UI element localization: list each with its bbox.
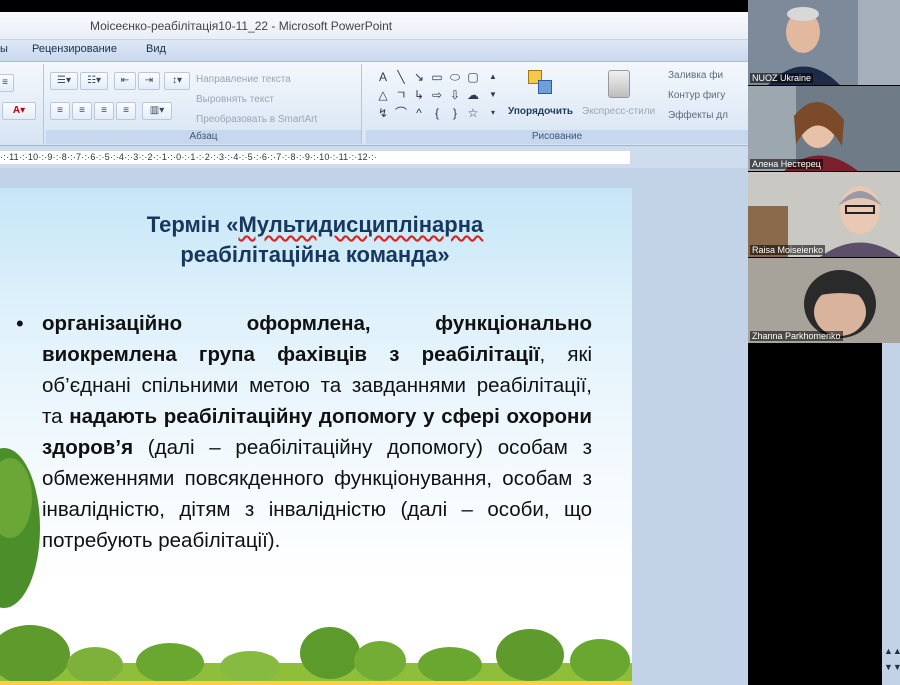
increase-indent-button[interactable]: ⇥: [138, 72, 160, 90]
gallery-down-icon[interactable]: ▼: [486, 88, 500, 102]
columns-button[interactable]: ▥▾: [142, 102, 172, 120]
triangle-shape-icon[interactable]: △: [376, 88, 390, 102]
font-color-button[interactable]: A▾: [2, 102, 36, 120]
convert-smartart-label[interactable]: Преобразовать в SmartArt: [196, 114, 317, 125]
vertical-scrollbar[interactable]: ▲▲ ▼▼: [882, 342, 900, 685]
participant-tile[interactable]: NUOZ Ukraine: [748, 0, 900, 85]
horizontal-ruler: ·:·11·:·10·:·9·:·8·:·7·:·6·:·5·:·4·:·3·:…: [0, 146, 748, 168]
text-direction-label[interactable]: Направление текста: [196, 74, 291, 85]
ribbon: ≡ A▾ ☰▾ ☷▾ ⇤ ⇥ ↕▾ Направление текста ≡ ≡…: [0, 62, 748, 146]
line-shape-icon[interactable]: ╲: [394, 70, 408, 84]
bullet-point: •: [16, 311, 24, 336]
video-participants-panel: NUOZ Ukraine Алена Нестерец Raisa Moisei…: [748, 0, 900, 343]
tab-partial[interactable]: ы: [0, 43, 8, 55]
numbering-button[interactable]: ☷▾: [80, 72, 108, 90]
participant-name: Raisa Moiseienko: [750, 245, 826, 255]
slide-title-spellcheck-word: Мультидисциплінарна: [238, 212, 484, 237]
slide-body-text[interactable]: організаційно оформлена, функціонально в…: [42, 308, 592, 556]
rectangle-shape-icon[interactable]: ▭: [430, 70, 444, 84]
shape-fill-label[interactable]: Заливка фи: [668, 70, 723, 81]
connector-arrow-icon[interactable]: ↳: [412, 88, 426, 102]
slide-title-line2: реабілітаційна команда»: [180, 242, 450, 267]
top-black-strip: [0, 0, 748, 12]
scribble-shape-icon[interactable]: ^: [412, 106, 426, 120]
participant-name: Zhanna Parkhomenko: [750, 331, 843, 341]
ruler-scale: ·:·11·:·10·:·9·:·8·:·7·:·6·:·5·:·4·:·3·:…: [0, 151, 630, 164]
align-text-label[interactable]: Выровнять текст: [196, 94, 274, 105]
app-window: Моісеєнко-реабілітація10-11_22 - Microso…: [0, 0, 900, 685]
line-spacing-button[interactable]: ↕▾: [164, 72, 190, 90]
left-brace-shape-icon[interactable]: {: [430, 106, 444, 120]
bullets-button[interactable]: ☰▾: [50, 72, 78, 90]
tab-review[interactable]: Рецензирование: [32, 43, 117, 55]
quick-styles-label: Экспресс-стили: [582, 106, 656, 117]
gallery-more-icon[interactable]: ▾: [486, 106, 500, 120]
align-right-button[interactable]: ≡: [94, 102, 114, 120]
decrease-indent-button[interactable]: ⇤: [114, 72, 136, 90]
gallery-up-icon[interactable]: ▲: [486, 70, 500, 84]
title-bar: Моісеєнко-реабілітація10-11_22 - Microso…: [0, 0, 748, 40]
window-title: Моісеєнко-реабілітація10-11_22 - Microso…: [90, 19, 393, 33]
slide-title[interactable]: Термін «Мультидисциплінарна реабілітацій…: [50, 210, 580, 270]
participant-name: Алена Нестерец: [750, 159, 823, 169]
font-size-decrease-button[interactable]: ≡: [0, 74, 14, 92]
participant-tile[interactable]: Zhanna Parkhomenko: [748, 258, 900, 343]
text-box-shape-icon[interactable]: A: [376, 70, 390, 84]
ribbon-tab-bar: ы Рецензирование Вид: [0, 40, 748, 62]
freeform-shape-icon[interactable]: ↯: [376, 106, 390, 120]
oval-shape-icon[interactable]: ⬭: [448, 70, 462, 84]
elbow-connector-icon[interactable]: ㄱ: [394, 88, 408, 102]
scroll-page-down-icon[interactable]: ▼▼: [884, 660, 900, 674]
scroll-page-up-icon[interactable]: ▲▲: [884, 644, 900, 658]
slide-canvas[interactable]: Термін «Мультидисциплінарна реабілітацій…: [0, 188, 632, 685]
rounded-rect-shape-icon[interactable]: ▢: [466, 70, 480, 84]
background-trees-illustration: [0, 625, 632, 685]
font-group-partial: ≡ A▾: [0, 64, 44, 144]
participant-name: NUOZ Ukraine: [750, 73, 814, 83]
definition-bold-1: організаційно оформлена, функціонально в…: [42, 312, 592, 366]
slide-title-prefix: Термін «: [146, 212, 239, 237]
drawing-group-label: Рисование: [366, 130, 748, 144]
align-center-button[interactable]: ≡: [72, 102, 92, 120]
shape-effects-label[interactable]: Эффекты дл: [668, 110, 728, 121]
arrow-line-shape-icon[interactable]: ↘: [412, 70, 426, 84]
align-left-button[interactable]: ≡: [50, 102, 70, 120]
paragraph-group-label: Абзац: [46, 130, 361, 144]
participant-tile[interactable]: Алена Нестерец: [748, 86, 900, 171]
quick-styles-icon: [608, 70, 630, 98]
participant-tile[interactable]: Raisa Moiseienko: [748, 172, 900, 257]
right-brace-shape-icon[interactable]: }: [448, 106, 462, 120]
down-arrow-shape-icon[interactable]: ⇩: [448, 88, 462, 102]
paragraph-group: ☰▾ ☷▾ ⇤ ⇥ ↕▾ Направление текста ≡ ≡ ≡ ≡ …: [46, 64, 362, 144]
slide-editing-area: Термін «Мультидисциплінарна реабілітацій…: [0, 168, 748, 685]
arrange-icon: [528, 70, 554, 96]
callout-shape-icon[interactable]: ☁: [466, 88, 480, 102]
curve-shape-icon[interactable]: ⌒: [394, 106, 408, 120]
arrange-button[interactable]: Упорядочить: [506, 66, 578, 126]
right-arrow-shape-icon[interactable]: ⇨: [430, 88, 444, 102]
quick-styles-button[interactable]: Экспресс-стили: [580, 66, 662, 126]
shape-outline-label[interactable]: Контур фигу: [668, 90, 725, 101]
justify-button[interactable]: ≡: [116, 102, 136, 120]
star-shape-icon[interactable]: ☆: [466, 106, 480, 120]
tab-view[interactable]: Вид: [146, 43, 166, 55]
left-tree-illustration: [0, 448, 40, 608]
arrange-label: Упорядочить: [508, 106, 574, 117]
